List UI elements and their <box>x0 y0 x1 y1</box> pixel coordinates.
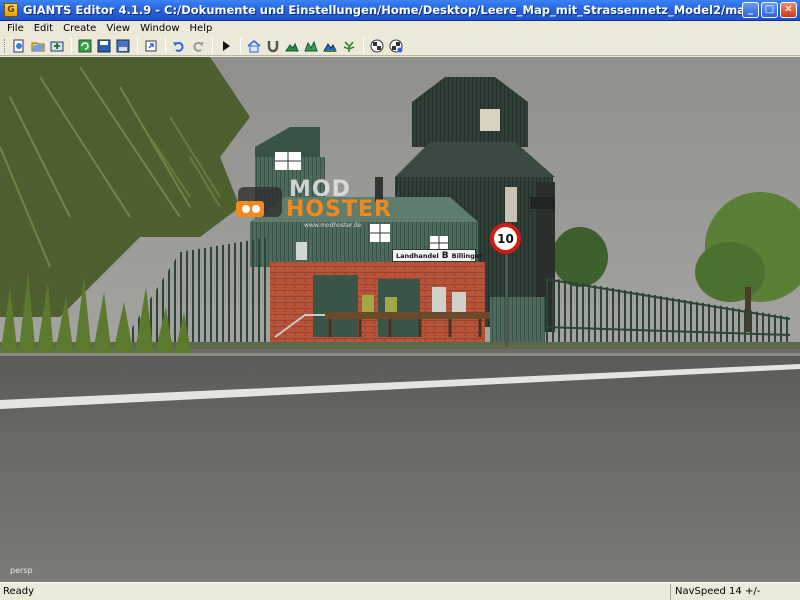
magnet-icon[interactable] <box>264 37 281 54</box>
terrain-paint-icon[interactable] <box>283 37 300 54</box>
shop-sign-left: Landhandel <box>396 251 439 260</box>
loading-door-left <box>313 275 358 337</box>
speed-limit-sign: 10 <box>490 223 521 254</box>
close-button[interactable]: ✕ <box>780 2 797 18</box>
window-title: GIANTS Editor 4.1.9 - C:/Dokumente und E… <box>23 3 742 17</box>
open-icon[interactable] <box>29 37 46 54</box>
new-icon[interactable] <box>10 37 27 54</box>
menu-file[interactable]: File <box>2 23 29 34</box>
menu-view[interactable]: View <box>101 23 135 34</box>
menu-create[interactable]: Create <box>58 23 101 34</box>
reload-icon[interactable] <box>76 37 93 54</box>
undo-icon[interactable] <box>170 37 187 54</box>
shop-sign-right: Billinger <box>451 251 483 260</box>
status-bar: Ready NavSpeed 14 +/- <box>0 582 800 600</box>
export-icon[interactable] <box>142 37 159 54</box>
giants-app-icon[interactable]: G <box>4 3 18 17</box>
modhoster-logo-icon <box>236 187 282 217</box>
maximize-button[interactable]: □ <box>761 2 778 18</box>
watermark-line2: HOSTER <box>286 197 392 222</box>
loading-door-right <box>378 279 420 337</box>
loading-ramp <box>325 312 490 319</box>
silo-upper <box>412 102 528 147</box>
camera-label: persp <box>10 566 33 575</box>
watermark-url: www.modhoster.de <box>304 222 362 229</box>
home-icon[interactable] <box>245 37 262 54</box>
status-text: Ready <box>3 586 35 597</box>
terrain-height-icon[interactable] <box>321 37 338 54</box>
shop-sign: Landhandel B Billinger <box>392 249 482 262</box>
menu-window[interactable]: Window <box>135 23 184 34</box>
main-toolbar <box>0 36 800 56</box>
import-icon[interactable] <box>48 37 65 54</box>
sign-pole <box>505 252 508 347</box>
menu-help[interactable]: Help <box>185 23 218 34</box>
modhoster-watermark: MOD HOSTER www.modhoster.de <box>234 177 409 237</box>
redo-icon[interactable] <box>189 37 206 54</box>
foliage-icon[interactable] <box>340 37 357 54</box>
save-as-icon[interactable] <box>114 37 131 54</box>
title-bar[interactable]: G GIANTS Editor 4.1.9 - C:/Dokumente und… <box>0 0 800 21</box>
shop-sign-mark: B <box>441 250 449 261</box>
terrain-sculpt-icon[interactable] <box>302 37 319 54</box>
save-icon[interactable] <box>95 37 112 54</box>
menu-bar: File Edit Create View Window Help <box>0 21 800 36</box>
3d-viewport[interactable]: MOD HOSTER www.modhoster.de Landhandel B… <box>0 57 800 582</box>
checker-icon[interactable] <box>368 37 385 54</box>
tree-far <box>552 227 608 287</box>
play-icon[interactable] <box>217 37 234 54</box>
scene-render <box>0 57 800 582</box>
minimize-button[interactable]: _ <box>742 2 759 18</box>
menu-edit[interactable]: Edit <box>29 23 58 34</box>
toolbar-grip[interactable] <box>4 38 7 53</box>
navspeed-readout: NavSpeed 14 +/- <box>670 583 800 600</box>
checker-settings-icon[interactable] <box>387 37 404 54</box>
